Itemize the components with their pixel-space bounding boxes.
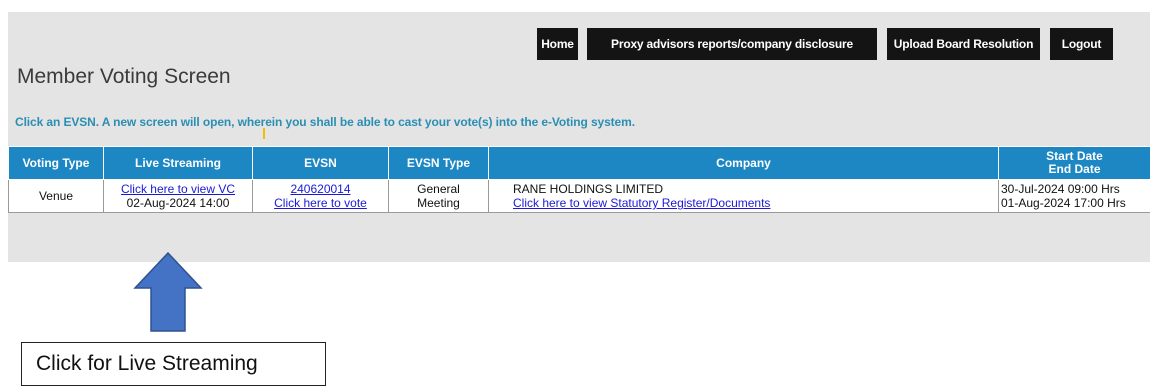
voting-type-cell: Venue (8, 179, 104, 213)
col-live-streaming: Live Streaming (103, 146, 253, 180)
upload-board-resolution-button[interactable]: Upload Board Resolution (887, 28, 1040, 60)
page-title: Member Voting Screen (17, 65, 231, 88)
text-cursor (263, 128, 265, 139)
live-datetime: 02-Aug-2024 14:00 (126, 196, 230, 210)
statutory-register-link[interactable]: Click here to view Statutory Register/Do… (513, 196, 995, 210)
instruction-text: Click an EVSN. A new screen will open, w… (15, 115, 635, 129)
logout-button[interactable]: Logout (1050, 28, 1113, 60)
col-voting-type: Voting Type (8, 146, 104, 180)
col-company: Company (488, 146, 999, 180)
end-date: 01-Aug-2024 17:00 Hrs (1001, 196, 1126, 210)
col-evsn-type: EVSN Type (388, 146, 489, 180)
table-header-row: Voting Type Live Streaming EVSN EVSN Typ… (8, 146, 1150, 180)
evsn-type-cell: General Meeting (388, 179, 489, 213)
vote-link[interactable]: Click here to vote (256, 196, 385, 210)
view-vc-link[interactable]: Click here to view VC (107, 182, 249, 196)
evsn-cell: 240620014 Click here to vote (252, 179, 389, 213)
company-cell: RANE HOLDINGS LIMITED Click here to view… (488, 179, 999, 213)
evsn-type-line1: General (417, 182, 460, 196)
col-dates: Start Date End Date (998, 146, 1150, 180)
col-evsn: EVSN (252, 146, 389, 180)
proxy-reports-button[interactable]: Proxy advisors reports/company disclosur… (587, 28, 877, 60)
home-button[interactable]: Home (537, 28, 578, 60)
table-row: Venue Click here to view VC 02-Aug-2024 … (8, 179, 1150, 213)
evsn-link[interactable]: 240620014 (256, 182, 385, 196)
live-streaming-cell: Click here to view VC 02-Aug-2024 14:00 (103, 179, 253, 213)
start-date: 30-Jul-2024 09:00 Hrs (1001, 182, 1120, 196)
up-arrow-icon (133, 252, 203, 332)
evsn-type-line2: Meeting (417, 196, 460, 210)
company-name: RANE HOLDINGS LIMITED (513, 182, 664, 196)
live-streaming-callout: Click for Live Streaming (21, 342, 326, 386)
end-date-header: End Date (1048, 162, 1101, 176)
voting-table: Voting Type Live Streaming EVSN EVSN Typ… (8, 146, 1150, 213)
dates-cell: 30-Jul-2024 09:00 Hrs 01-Aug-2024 17:00 … (998, 179, 1150, 213)
callout-text: Click for Live Streaming (36, 352, 258, 375)
